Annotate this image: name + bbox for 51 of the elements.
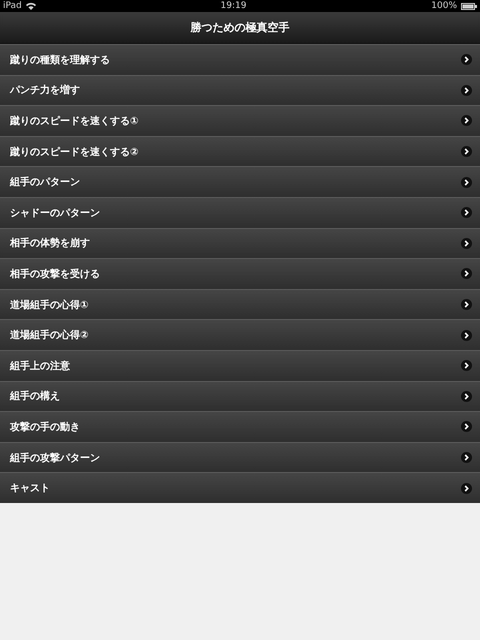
chevron-icon (461, 207, 472, 218)
wifi-icon (26, 2, 36, 10)
chevron-icon (461, 268, 472, 280)
list-item[interactable]: 道場組手の心得① (0, 288, 480, 320)
item-label: 組手上の注意 (10, 359, 70, 373)
battery-percent: 100% (431, 0, 457, 12)
item-label: 組手の構え (10, 390, 60, 404)
item-label: 組手のパターン (10, 176, 80, 190)
list-item[interactable]: キャスト (0, 472, 480, 503)
item-label: 組手の攻撃パターン (10, 452, 100, 465)
list-item[interactable]: 蹴りの種類を理解する (0, 44, 480, 75)
chevron-icon (461, 330, 472, 341)
item-label: キャスト (10, 482, 50, 496)
chevron-icon (461, 299, 472, 310)
chevron-icon (461, 84, 472, 96)
list-item[interactable]: 相手の攻撃を受ける (0, 258, 480, 289)
list-item[interactable]: 蹴りのスピードを速くする① (0, 105, 480, 136)
list-item[interactable]: 組手の攻撃パターン (0, 442, 480, 472)
chevron-icon (461, 54, 472, 66)
list-item[interactable]: 攻撃の手の動き (0, 411, 480, 442)
list-item[interactable]: 相手の体勢を崩す (0, 228, 480, 258)
chevron-icon (461, 421, 472, 432)
chevron-icon (461, 482, 472, 494)
chevron-icon (461, 452, 472, 464)
item-label: シャドーのパターン (10, 206, 100, 220)
item-label: 相手の体勢を崩す (10, 236, 90, 250)
chevron-icon (461, 238, 472, 249)
list-item[interactable]: 組手の構え (0, 380, 480, 412)
item-label: パンチ力を増す (10, 83, 80, 98)
item-label: 蹴りの種類を理解する (10, 54, 110, 67)
chevron-icon (461, 390, 472, 402)
item-label: 道場組手の心得② (10, 328, 88, 342)
item-label: 道場組手の心得① (10, 298, 88, 312)
list-item[interactable]: 道場組手の心得② (0, 319, 480, 350)
item-label: 蹴りのスピードを速くする② (10, 146, 138, 159)
item-label: 相手の攻撃を受ける (10, 268, 100, 281)
list-item[interactable]: シャドーのパターン (0, 196, 480, 228)
list-item[interactable]: パンチ力を増す (0, 74, 480, 106)
item-label: 攻撃の手の動き (10, 420, 80, 434)
list-item[interactable]: 組手のパターン (0, 166, 480, 197)
battery-icon (461, 2, 477, 10)
list-item[interactable]: 組手上の注意 (0, 350, 480, 381)
clock: 19:19 (220, 0, 246, 12)
list-item[interactable]: 蹴りのスピードを速くする② (0, 136, 480, 166)
chevron-icon (461, 360, 472, 372)
chevron-icon (461, 115, 472, 126)
device-name: iPad (3, 0, 22, 12)
item-label: 蹴りのスピードを速くする① (10, 114, 138, 128)
nav-title: 勝つための極真空手 (190, 20, 290, 35)
chevron-icon (461, 146, 472, 158)
chevron-icon (461, 176, 472, 188)
